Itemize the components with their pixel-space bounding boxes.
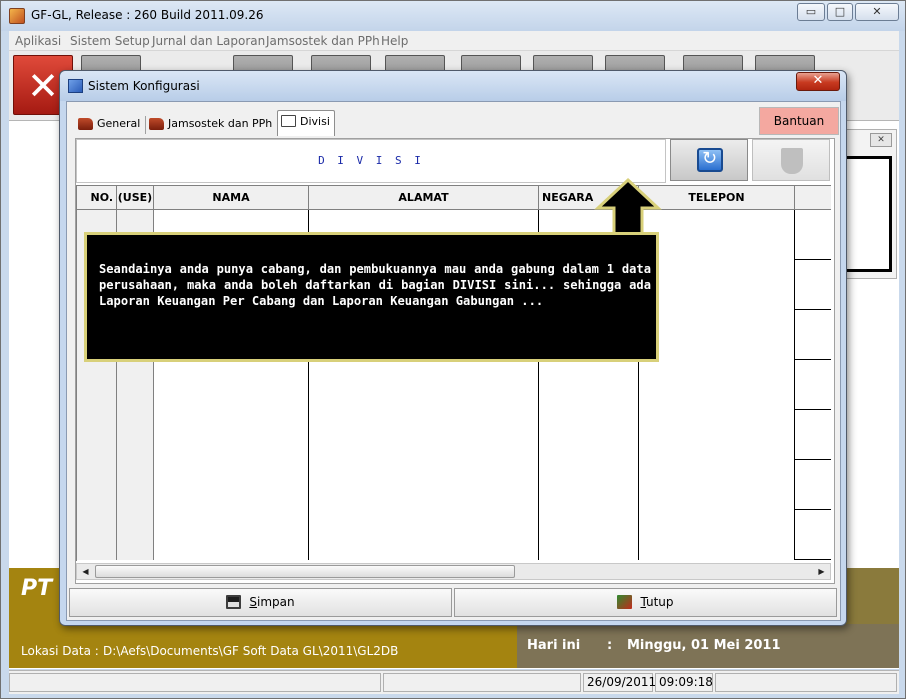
row-no-cell	[77, 410, 117, 460]
column-header-extra	[795, 186, 831, 210]
status-bar: 26/09/2011 09:09:18	[9, 670, 899, 694]
column-header-use[interactable]: (USE)	[117, 186, 154, 210]
grid-header: NO. (USE) NAMA ALAMAT NEGARA TELEPON	[77, 185, 831, 210]
today-value: Minggu, 01 Mei 2011	[627, 638, 781, 653]
row-no-cell	[77, 510, 117, 560]
row-use-cell[interactable]	[117, 510, 154, 560]
menu-sistem-setup[interactable]: Sistem Setup	[70, 34, 150, 48]
main-title-bar[interactable]: GF-GL, Release : 260 Build 2011.09.26 ▭ …	[1, 1, 905, 31]
tab-jamsostek-dan-pph[interactable]: Jamsostek dan PPh	[146, 114, 277, 136]
row-telepon-cell[interactable]	[639, 310, 795, 360]
table-row[interactable]	[77, 510, 831, 560]
row-nama-cell[interactable]	[154, 410, 309, 460]
today-label: Hari ini	[527, 638, 581, 653]
tab-jamsostek-label: Jamsostek dan PPh	[168, 117, 273, 130]
column-header-no[interactable]: NO.	[77, 186, 117, 210]
row-use-cell[interactable]	[117, 410, 154, 460]
menu-jurnal-dan-laporan[interactable]: Jurnal dan Laporan	[152, 34, 265, 48]
dialog-close-button[interactable]: ✕	[796, 72, 840, 91]
book-icon	[149, 118, 164, 130]
today-colon: :	[607, 638, 613, 653]
column-header-telepon[interactable]: TELEPON	[639, 186, 795, 210]
tab-divisi-label: Divisi	[300, 115, 330, 128]
row-telepon-cell[interactable]	[639, 510, 795, 560]
divisi-header: D I V I S I	[76, 139, 666, 183]
dialog-app-icon	[68, 79, 83, 93]
column-header-alamat[interactable]: ALAMAT	[309, 186, 539, 210]
menu-aplikasi[interactable]: Aplikasi	[15, 34, 61, 48]
row-no-cell	[77, 460, 117, 510]
column-header-nama[interactable]: NAMA	[154, 186, 309, 210]
status-date: 26/09/2011	[583, 673, 656, 692]
exit-icon	[617, 595, 633, 609]
app-icon[interactable]	[9, 8, 25, 24]
divisi-section-title: D I V I S I	[318, 154, 424, 167]
maximize-button[interactable]: □	[827, 3, 853, 21]
menu-help[interactable]: Help	[381, 34, 408, 48]
table-row[interactable]	[77, 460, 831, 510]
help-button[interactable]: Bantuan (F1)	[759, 107, 839, 154]
row-alamat-cell[interactable]	[309, 410, 539, 460]
tooltip-callout: Seandainya anda punya cabang, dan pembuk…	[84, 232, 659, 362]
tab-general-label: General	[97, 117, 141, 130]
row-negara-cell[interactable]	[539, 410, 639, 460]
menu-jamsostek-dan-pph[interactable]: Jamsostek dan PPh	[266, 34, 380, 48]
main-window-title: GF-GL, Release : 260 Build 2011.09.26	[31, 8, 264, 22]
background-panel-frame	[842, 156, 892, 272]
location-label: Lokasi Data :	[21, 644, 99, 658]
row-nama-cell[interactable]	[154, 510, 309, 560]
row-negara-cell[interactable]	[539, 460, 639, 510]
background-panel-close-button[interactable]: ✕	[870, 133, 892, 147]
status-time: 09:09:18	[655, 673, 713, 692]
row-telepon-cell[interactable]	[639, 410, 795, 460]
main-close-button[interactable]: ✕	[855, 3, 899, 21]
edit-icon	[697, 148, 723, 172]
row-nama-cell[interactable]	[154, 360, 309, 410]
floppy-disk-icon	[226, 595, 242, 609]
company-name: PT	[21, 576, 53, 601]
dialog-button-row: Simpan Tutup	[67, 588, 840, 620]
callout-text: Seandainya anda punya cabang, dan pembuk…	[99, 262, 651, 308]
row-telepon-cell[interactable]	[639, 210, 795, 260]
status-cell-5	[715, 673, 897, 692]
menu-bar: Aplikasi Sistem Setup Jurnal dan Laporan…	[9, 31, 899, 51]
row-use-cell[interactable]	[117, 360, 154, 410]
tab-divisi[interactable]: Divisi	[277, 110, 335, 136]
close-button-label: Tutup	[640, 595, 674, 609]
save-button[interactable]: Simpan	[69, 588, 452, 617]
row-negara-cell[interactable]	[539, 510, 639, 560]
dialog-title-bar[interactable]: Sistem Konfigurasi ✕	[60, 71, 846, 101]
delete-button[interactable]	[752, 139, 830, 181]
edit-button[interactable]	[670, 139, 748, 181]
tab-general[interactable]: General	[75, 114, 145, 136]
callout-arrow	[594, 177, 662, 240]
status-cell-1	[9, 673, 381, 692]
close-button[interactable]: Tutup	[454, 588, 837, 617]
row-alamat-cell[interactable]	[309, 360, 539, 410]
status-cell-2	[383, 673, 581, 692]
table-row[interactable]	[77, 410, 831, 460]
book-icon	[78, 118, 93, 130]
trash-icon	[781, 148, 803, 174]
table-row[interactable]	[77, 360, 831, 410]
row-telepon-cell[interactable]	[639, 360, 795, 410]
save-button-label: Simpan	[249, 595, 295, 609]
horizontal-scrollbar[interactable]: ◀ ▶	[76, 563, 831, 580]
row-alamat-cell[interactable]	[309, 460, 539, 510]
dialog-title: Sistem Konfigurasi	[88, 79, 200, 93]
date-info-panel: Hari ini : Minggu, 01 Mei 2011	[517, 624, 899, 668]
row-telepon-cell[interactable]	[639, 260, 795, 310]
scroll-left-icon[interactable]: ◀	[77, 564, 94, 579]
row-no-cell	[77, 360, 117, 410]
location-path: D:\Aefs\Documents\GF Soft Data GL\2011\G…	[103, 644, 399, 658]
row-negara-cell[interactable]	[539, 360, 639, 410]
scroll-right-icon[interactable]: ▶	[813, 564, 830, 579]
minimize-button[interactable]: ▭	[797, 3, 825, 21]
row-nama-cell[interactable]	[154, 460, 309, 510]
row-alamat-cell[interactable]	[309, 510, 539, 560]
row-telepon-cell[interactable]	[639, 460, 795, 510]
scroll-thumb[interactable]	[95, 565, 515, 578]
row-use-cell[interactable]	[117, 460, 154, 510]
open-book-icon	[281, 115, 296, 127]
